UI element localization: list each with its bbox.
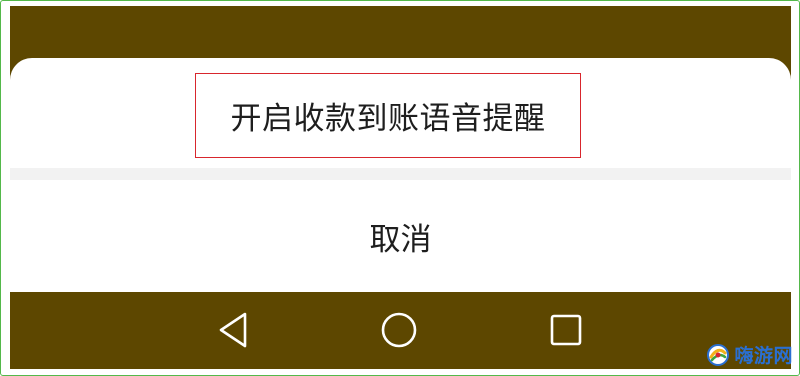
triangle-back-icon bbox=[219, 312, 247, 348]
haiyou-logo-icon bbox=[707, 343, 730, 366]
circle-home-icon bbox=[381, 312, 417, 348]
nav-home-button[interactable] bbox=[379, 310, 419, 350]
cancel-button[interactable]: 取消 bbox=[10, 180, 791, 292]
option-label: 开启收款到账语音提醒 bbox=[230, 101, 546, 137]
bottom-action-sheet: 开启收款到账语音提醒 取消 bbox=[10, 58, 791, 292]
sheet-divider bbox=[10, 168, 791, 180]
nav-back-button[interactable] bbox=[213, 310, 253, 350]
watermark-text: 嗨游网 bbox=[734, 345, 793, 367]
nav-recent-apps-button[interactable] bbox=[546, 310, 586, 350]
phone-screen: 开启收款到账语音提醒 取消 bbox=[10, 6, 791, 369]
square-recents-icon bbox=[550, 314, 582, 346]
watermark: 嗨游网 bbox=[706, 341, 793, 368]
system-navigation-bar bbox=[10, 292, 791, 369]
enable-voice-notification-option[interactable]: 开启收款到账语音提醒 bbox=[10, 58, 791, 168]
screenshot-frame: 开启收款到账语音提醒 取消 嗨游网 bbox=[0, 0, 800, 376]
